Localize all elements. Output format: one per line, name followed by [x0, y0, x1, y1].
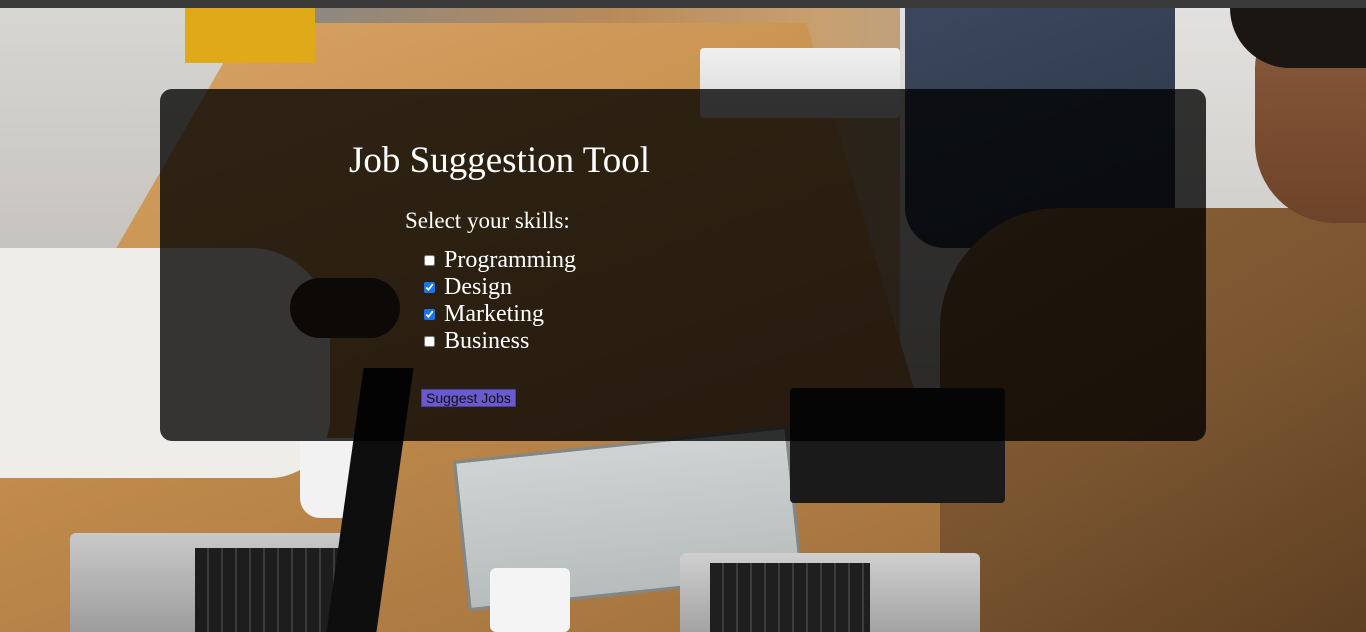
photo-keyboard-right [710, 563, 870, 632]
design-label[interactable]: Design [444, 274, 512, 301]
skill-option-design: Design [423, 274, 576, 301]
skills-prompt: Select your skills: [405, 208, 570, 233]
photo-yellow-shirt [185, 8, 315, 63]
skill-option-programming: Programming [423, 247, 576, 274]
browser-top-strip [0, 0, 1366, 8]
skill-option-business: Business [423, 328, 576, 355]
photo-outlet [490, 568, 570, 632]
skill-option-marketing: Marketing [423, 301, 576, 328]
business-checkbox[interactable] [424, 336, 435, 347]
programming-checkbox[interactable] [424, 255, 435, 266]
business-label[interactable]: Business [444, 328, 529, 355]
skills-list: Programming Design Marketing Business [423, 247, 576, 355]
design-checkbox[interactable] [424, 282, 435, 293]
page-title: Job Suggestion Tool [349, 140, 650, 181]
form-panel [160, 89, 1206, 441]
suggest-jobs-button[interactable]: Suggest Jobs [421, 389, 516, 407]
photo-keyboard-left [195, 548, 345, 632]
programming-label[interactable]: Programming [444, 247, 576, 274]
marketing-checkbox[interactable] [424, 309, 435, 320]
marketing-label[interactable]: Marketing [444, 301, 544, 328]
